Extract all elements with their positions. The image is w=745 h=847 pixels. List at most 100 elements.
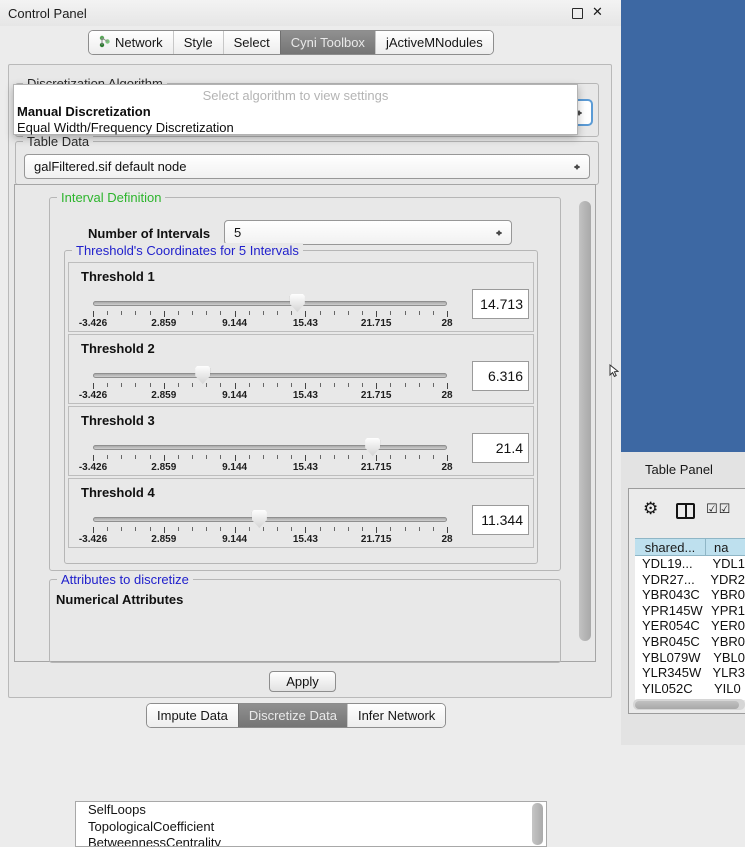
- number-of-intervals-combobox[interactable]: 5: [224, 220, 512, 245]
- network-icon: [99, 35, 110, 51]
- interval-definition-title: Interval Definition: [57, 190, 165, 205]
- table-cell[interactable]: YBL079W: [635, 650, 705, 666]
- tick-mark: [121, 455, 122, 459]
- slider-track[interactable]: [93, 373, 447, 378]
- table-row[interactable]: YDR27...YDR2: [635, 572, 745, 588]
- tick-mark: [320, 455, 321, 459]
- gear-icon[interactable]: ⚙: [643, 500, 658, 517]
- table-row[interactable]: YBR043CYBR0: [635, 587, 745, 603]
- table-row[interactable]: YLR345WYLR3: [635, 665, 745, 681]
- float-window-icon[interactable]: [572, 8, 583, 19]
- table-cell[interactable]: YLR3: [704, 665, 745, 681]
- tick-mark: [107, 311, 108, 315]
- table-data-combobox-value: galFiltered.sif default node: [34, 159, 186, 174]
- slider-thumb[interactable]: [252, 510, 267, 528]
- algorithm-option[interactable]: Equal Width/Frequency Discretization: [14, 119, 577, 135]
- tab-impute-data[interactable]: Impute Data: [147, 704, 238, 727]
- tick-mark: [334, 527, 335, 531]
- threshold-value-field[interactable]: 6.316: [472, 361, 529, 391]
- slider-track[interactable]: [93, 445, 447, 450]
- split-view-icon[interactable]: [676, 503, 695, 519]
- tab-infer-network[interactable]: Infer Network: [347, 704, 445, 727]
- table-row[interactable]: YBR045CYBR0: [635, 634, 745, 650]
- table-data-combobox[interactable]: galFiltered.sif default node: [24, 154, 590, 179]
- table-cell[interactable]: YDL1: [704, 556, 745, 572]
- table-cell[interactable]: YER0: [703, 618, 745, 634]
- tab-discretize-data[interactable]: Discretize Data: [238, 704, 347, 727]
- tick-mark: [390, 383, 391, 387]
- tick-mark: [164, 383, 165, 389]
- column-header[interactable]: shared...: [635, 538, 706, 556]
- spinner-icon[interactable]: [573, 160, 582, 174]
- tick-mark: [419, 455, 420, 459]
- apply-button[interactable]: Apply: [269, 671, 336, 692]
- tick-mark: [277, 311, 278, 315]
- table-row[interactable]: YPR145WYPR1: [635, 603, 745, 619]
- tick-mark: [249, 527, 250, 531]
- table-row[interactable]: YDL19...YDL1: [635, 556, 745, 572]
- tick-mark: [93, 527, 94, 533]
- table-cell[interactable]: YPR1: [703, 603, 745, 619]
- table-row[interactable]: YBL079WYBL0: [635, 650, 745, 666]
- table-cell[interactable]: YPR145W: [635, 603, 703, 619]
- slider-track[interactable]: [93, 517, 447, 522]
- tick-mark: [320, 527, 321, 531]
- tab-label: Cyni Toolbox: [291, 35, 365, 50]
- attribute-list-item[interactable]: TopologicalCoefficient: [76, 819, 546, 836]
- tab-network[interactable]: Network: [89, 31, 173, 54]
- threshold-value-field[interactable]: 11.344: [472, 505, 529, 535]
- table-cell[interactable]: YIL0: [706, 681, 745, 697]
- tick-mark: [107, 455, 108, 459]
- attribute-list-item[interactable]: BetweennessCentrality: [76, 835, 546, 847]
- table-cell[interactable]: YDR2: [702, 572, 745, 588]
- threshold-slider: -3.4262.8599.14415.4321.71528: [69, 479, 533, 547]
- threshold-value-field[interactable]: 21.4: [472, 433, 529, 463]
- table-cell[interactable]: YLR345W: [635, 665, 704, 681]
- number-of-intervals-label: Number of Intervals: [88, 226, 210, 241]
- table-cell[interactable]: YBR0: [703, 587, 745, 603]
- tick-label: -3.426: [79, 462, 107, 473]
- attributes-list-scrollbar[interactable]: [532, 803, 543, 845]
- algorithm-option[interactable]: Manual Discretization: [14, 103, 577, 119]
- tab-style[interactable]: Style: [173, 31, 223, 54]
- close-icon[interactable]: ✕: [592, 4, 603, 20]
- table-cell[interactable]: YIL052C: [635, 681, 706, 697]
- table-cell[interactable]: YDR27...: [635, 572, 702, 588]
- panel-scrollbar[interactable]: [579, 201, 591, 641]
- threshold-box: Threshold 2 -3.4262.8599.14415.4321.7152…: [68, 334, 534, 404]
- algorithm-dropdown-popup: Select algorithm to view settings Manual…: [13, 84, 578, 135]
- table-cell[interactable]: YBR045C: [635, 634, 703, 650]
- table-cell[interactable]: YBL0: [705, 650, 745, 666]
- checkbox-icons[interactable]: ☑☑: [706, 501, 731, 517]
- network-window-frame[interactable]: GAL80GACGAL11GAL4GCY1HHAP2: [621, 0, 745, 452]
- slider-thumb[interactable]: [195, 366, 210, 384]
- threshold-box: Threshold 3 -3.4262.8599.14415.4321.7152…: [68, 406, 534, 476]
- numerical-attributes-list[interactable]: SelfLoopsTopologicalCoefficientBetweenne…: [75, 801, 547, 847]
- control-panel-titlebar: Control Panel ✕: [0, 0, 621, 26]
- tab-cyni-toolbox[interactable]: Cyni Toolbox: [280, 31, 375, 54]
- tick-mark: [390, 455, 391, 459]
- algorithm-placeholder-option[interactable]: Select algorithm to view settings: [14, 85, 577, 103]
- table-cell[interactable]: YDL19...: [635, 556, 704, 572]
- tick-mark: [305, 311, 306, 317]
- table-horizontal-scrollbar[interactable]: [633, 699, 745, 710]
- attribute-list-item[interactable]: SelfLoops: [76, 802, 546, 819]
- spinner-icon[interactable]: [495, 226, 504, 240]
- tab-select[interactable]: Select: [223, 31, 280, 54]
- table-row[interactable]: YER054CYER0: [635, 618, 745, 634]
- table-row[interactable]: YIL052CYIL0: [635, 681, 745, 697]
- threshold-value-field[interactable]: 14.713: [472, 289, 529, 319]
- table-cell[interactable]: YER054C: [635, 618, 703, 634]
- tick-mark: [192, 455, 193, 459]
- slider-track[interactable]: [93, 301, 447, 306]
- table-cell[interactable]: YBR043C: [635, 587, 703, 603]
- tick-mark: [277, 383, 278, 387]
- tick-label: 15.43: [293, 318, 318, 329]
- column-header[interactable]: na: [706, 538, 745, 556]
- tick-mark: [334, 383, 335, 387]
- table-cell[interactable]: YBR0: [703, 634, 745, 650]
- slider-thumb[interactable]: [290, 294, 305, 312]
- tab-label: Infer Network: [358, 708, 435, 723]
- tab-jactivemnodules[interactable]: jActiveMNodules: [375, 31, 493, 54]
- slider-thumb[interactable]: [365, 438, 380, 456]
